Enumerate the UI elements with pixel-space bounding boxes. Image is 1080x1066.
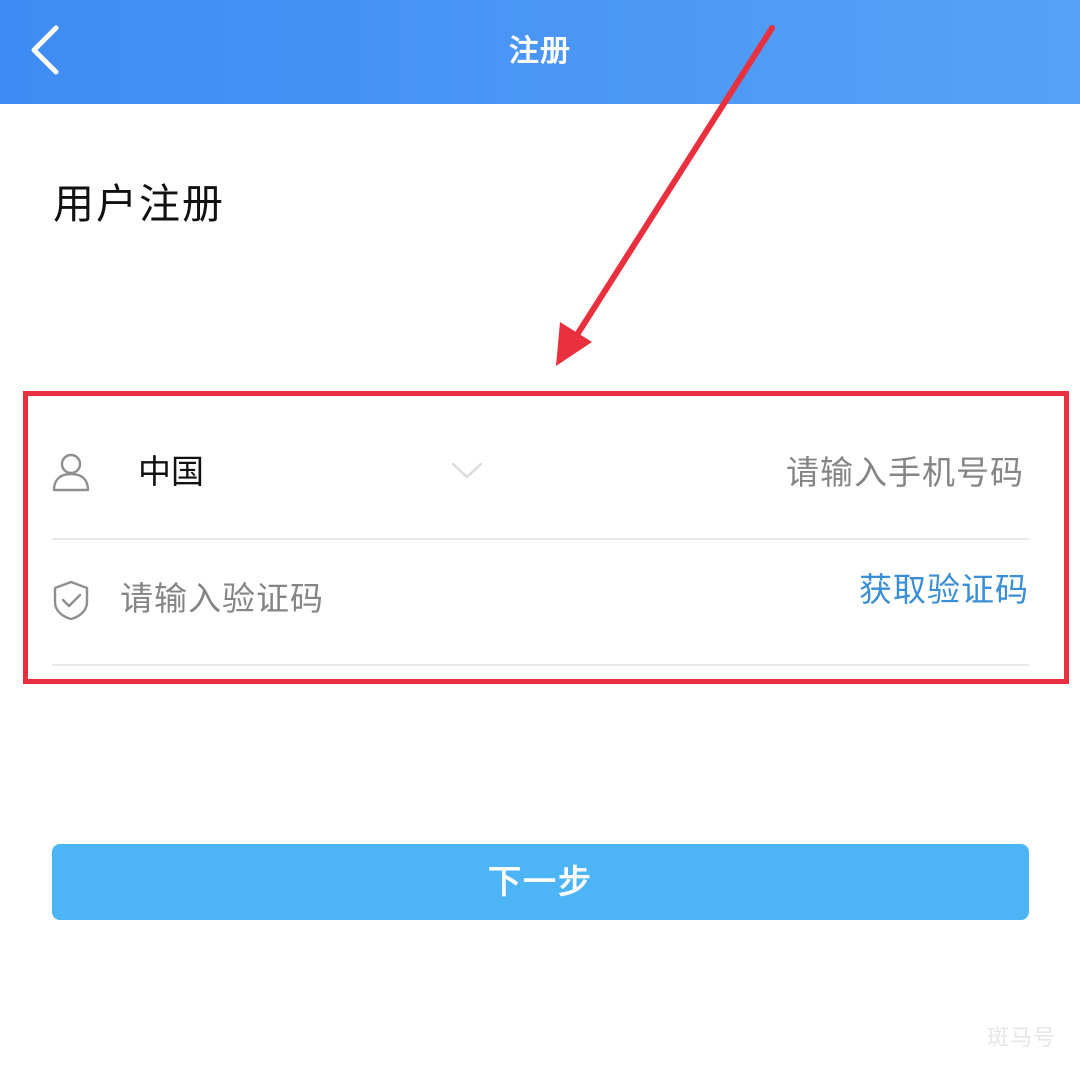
verification-code-input[interactable]: [120, 574, 720, 622]
next-step-button[interactable]: 下一步: [52, 844, 1029, 920]
header-title: 注册: [509, 34, 571, 69]
chevron-down-icon[interactable]: [450, 457, 484, 483]
user-icon: [52, 453, 90, 492]
register-page: 注册 用户注册 中国 获取验证码 下一步 斑马号: [0, 0, 1080, 1066]
page-title: 用户注册: [53, 180, 225, 228]
country-selector[interactable]: 中国: [138, 448, 204, 496]
top-bar: 注册: [0, 0, 1080, 104]
watermark: 斑马号: [986, 1026, 1056, 1051]
shield-check-icon: [53, 580, 89, 620]
get-code-button[interactable]: 获取验证码: [859, 566, 1029, 614]
phone-input[interactable]: [692, 448, 1024, 496]
verification-code-row: 获取验证码: [52, 538, 1029, 666]
phone-row: 中国: [52, 412, 1029, 540]
